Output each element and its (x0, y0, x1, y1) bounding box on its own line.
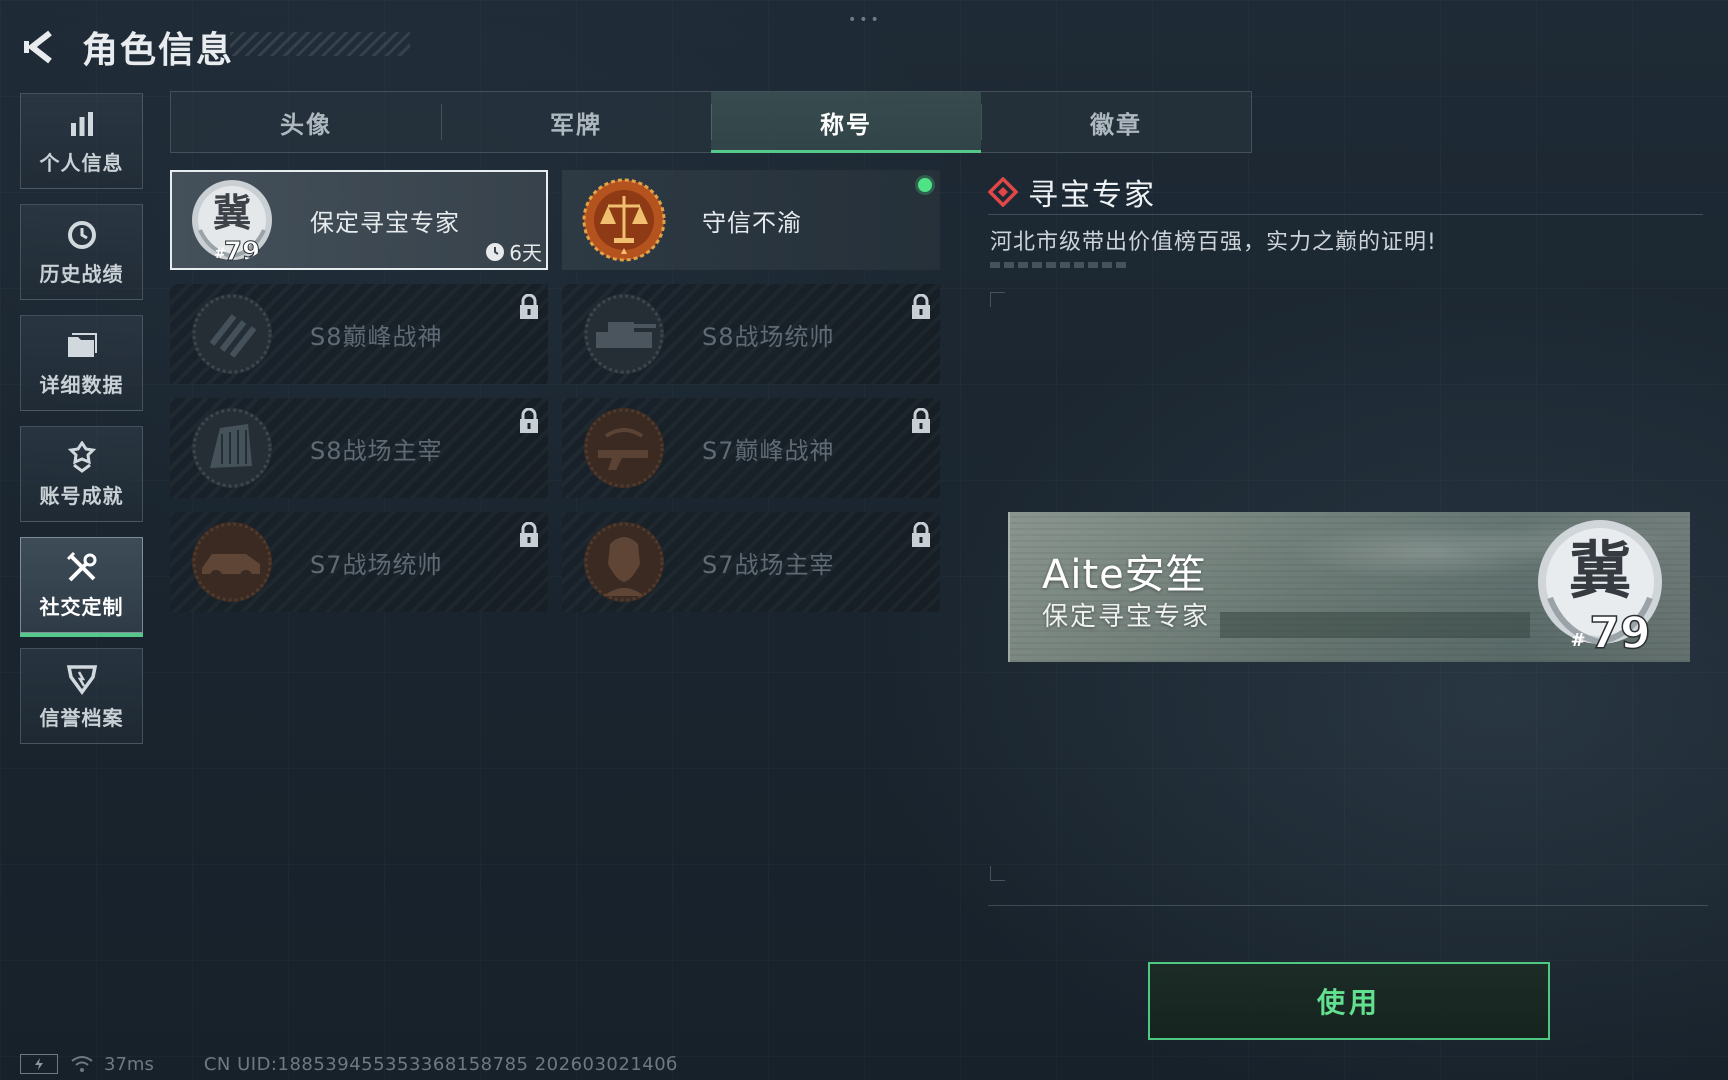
banner-landscape (1220, 612, 1530, 638)
back-button[interactable] (20, 25, 64, 69)
title-name: S8战场主宰 (310, 436, 443, 465)
weapon-icon (584, 408, 664, 488)
frame-corner (990, 866, 1005, 881)
svg-text:冀: 冀 (213, 190, 251, 235)
title-card-s8-battlefield-master[interactable]: S8战场主宰 (170, 398, 548, 498)
page-title: 角色信息 (82, 30, 235, 71)
title-detail-panel: 寻宝专家 河北市级带出价值榜百强，实力之巅的证明! (988, 170, 1708, 268)
title-card-s7-battlefield-master[interactable]: S7战场主宰 (562, 512, 940, 612)
svg-text:冀: 冀 (1569, 534, 1631, 607)
svg-text:79: 79 (224, 237, 260, 262)
preview-player-name: Aite安笙 (1042, 552, 1207, 598)
tab-dogtag[interactable]: 军牌 (441, 92, 711, 152)
title-card-s7-peak-warrior[interactable]: S7巅峰战神 (562, 398, 940, 498)
title-preview-banner: Aite安笙 保定寻宝专家 冀 # 79 (1008, 512, 1690, 662)
header: 角色信息 (20, 22, 234, 72)
tools-icon (65, 551, 99, 585)
sidebar-item-social-custom[interactable]: 社交定制 (20, 537, 143, 637)
sidebar-item-label: 详细数据 (39, 372, 124, 397)
title-card-baoding-treasure-expert[interactable]: 冀 # 79 保定寻宝专家 6天 (170, 170, 548, 270)
title-name: S8战场统帅 (702, 322, 835, 351)
building-icon (192, 408, 272, 488)
top-handle: ••• (848, 12, 882, 28)
divider (988, 905, 1708, 906)
category-tabs: 头像 军牌 称号 徽章 (170, 91, 1252, 153)
detail-title: 寻宝专家 (1028, 178, 1156, 213)
description-decoration (990, 262, 1130, 268)
tab-title[interactable]: 称号 (711, 92, 981, 153)
frame-corner (990, 292, 1005, 307)
title-name: S7战场主宰 (702, 550, 835, 579)
sidebar-item-label: 账号成就 (39, 483, 124, 508)
shield-icon (65, 662, 99, 696)
sidebar-item-credit-record[interactable]: 信誉档案 (20, 648, 143, 744)
province-rank-badge-icon: 冀 # 79 (192, 180, 272, 262)
title-card-s8-peak-warrior[interactable]: S8巅峰战神 (170, 284, 548, 384)
vehicle-icon (192, 522, 272, 602)
status-bar: 37ms CN UID:18853945535336815878​5 20260… (20, 1048, 678, 1080)
detail-heading: 寻宝专家 (988, 170, 1708, 214)
svg-text:#: # (1570, 630, 1585, 651)
title-card-trustworthy[interactable]: 守信不渝 (562, 170, 940, 270)
back-arrow-icon (24, 30, 52, 64)
sidebar-item-label: 信誉档案 (39, 705, 124, 730)
wifi-icon (71, 1056, 93, 1072)
divider (988, 214, 1703, 215)
uid-text: CN UID:18853945535336815878​5 2026030214… (203, 1053, 678, 1075)
sidebar-item-personal-info[interactable]: 个人信息 (20, 93, 143, 189)
achievement-icon (65, 440, 99, 474)
clock-icon (486, 242, 505, 261)
lock-icon (912, 408, 930, 433)
sidebar-item-label: 社交定制 (39, 594, 124, 619)
title-decoration (230, 32, 410, 56)
lock-icon (912, 294, 930, 319)
province-rank-badge-icon: 冀 # 79 (1538, 520, 1662, 656)
tab-avatar[interactable]: 头像 (171, 92, 441, 152)
lock-icon (912, 522, 930, 547)
battery-icon (20, 1054, 58, 1074)
sidebar-item-detail-data[interactable]: 详细数据 (20, 315, 143, 411)
folder-icon (65, 329, 99, 363)
title-name: S8巅峰战神 (310, 322, 443, 351)
title-name: 保定寻宝专家 (310, 208, 460, 237)
detail-description: 河北市级带出价值榜百强，实力之巅的证明! (990, 230, 1437, 255)
svg-text:79: 79 (1589, 608, 1650, 656)
title-name: S7巅峰战神 (702, 436, 835, 465)
lock-icon (520, 294, 538, 319)
equipped-indicator (918, 178, 932, 192)
tab-emblem[interactable]: 徽章 (981, 92, 1251, 152)
use-button[interactable]: 使用 (1148, 962, 1550, 1040)
soldier-portrait-icon (584, 522, 664, 602)
use-button-label: 使用 (1316, 986, 1381, 1019)
tank-icon (584, 294, 664, 374)
lock-icon (520, 522, 538, 547)
diamond-icon (988, 177, 1018, 207)
title-name: S7战场统帅 (310, 550, 443, 579)
ping-text: 37ms (104, 1053, 154, 1075)
sidebar-item-label: 历史战绩 (39, 261, 124, 286)
s8-peak-badge-icon (192, 294, 272, 374)
lock-icon (520, 408, 538, 433)
history-icon (65, 218, 99, 252)
timer-text: 6天 (509, 241, 542, 265)
scales-icon (582, 178, 666, 262)
bar-chart-icon (65, 107, 99, 141)
sidebar-item-achievements[interactable]: 账号成就 (20, 426, 143, 522)
title-name: 守信不渝 (702, 208, 802, 237)
title-card-s8-battlefield-commander[interactable]: S8战场统帅 (562, 284, 940, 384)
expiry-timer: 6天 (485, 237, 542, 266)
title-card-s7-battlefield-commander[interactable]: S7战场统帅 (170, 512, 548, 612)
sidebar: 个人信息 历史战绩 详细数据 账号成就 社交定制 信誉档案 (20, 93, 143, 759)
sidebar-item-history[interactable]: 历史战绩 (20, 204, 143, 300)
sidebar-item-label: 个人信息 (39, 150, 124, 175)
preview-title: 保定寻宝专家 (1042, 602, 1211, 632)
